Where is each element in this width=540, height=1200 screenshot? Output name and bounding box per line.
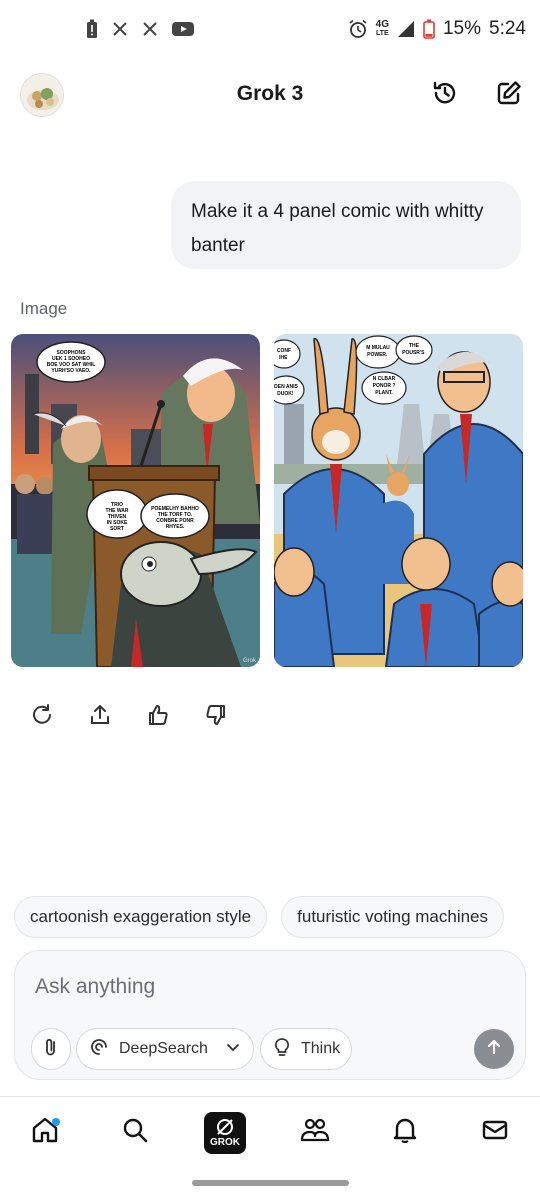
dislike-button[interactable] [202,703,230,731]
status-left-icons [86,19,194,39]
history-icon [431,79,459,112]
attach-button[interactable] [31,1028,71,1070]
paperclip-icon [42,1037,60,1062]
nav-communities[interactable] [290,1108,340,1158]
suggestion-chips: cartoonish exaggeration style futuristic… [14,896,505,938]
suggestion-chip[interactable]: cartoonish exaggeration style [14,896,268,938]
think-label: Think [301,1040,341,1057]
thumbs-up-icon [146,703,170,732]
ask-input[interactable] [35,975,435,999]
signal-icon [397,20,415,38]
status-right-icons: 4G LTE 15% 5:24 [348,18,526,40]
clock: 5:24 [489,18,526,39]
chevron-down-icon [225,1039,241,1060]
nav-messages[interactable] [470,1108,520,1158]
x-app-icon [142,21,158,37]
think-button[interactable]: Think [260,1028,352,1070]
arrow-up-icon [484,1037,504,1062]
battery-alert-icon [86,19,98,39]
status-bar: 4G LTE 15% 5:24 [0,0,540,58]
response-actions [28,703,230,731]
regenerate-icon [30,703,54,732]
comic-panel-rabbit-power-plant[interactable]: CONF IHE M MULAU POWER. THE POUSR'S DEN ANI… [274,334,523,667]
user-message-bubble: Make it a 4 panel comic with whitty bant… [171,181,521,269]
notification-dot [52,1117,60,1126]
share-icon [88,703,112,732]
deepsearch-label: DeepSearch [119,1040,208,1057]
nav-notifications[interactable] [380,1108,430,1158]
deepsearch-button[interactable]: DeepSearch [76,1028,254,1070]
x-app-icon [112,21,128,37]
home-indicator[interactable] [192,1180,349,1186]
composer: DeepSearch Think [14,950,526,1080]
alarm-icon [348,19,368,39]
grok-icon: GROK [204,1111,246,1154]
battery-percent: 15% [442,18,482,39]
thumbs-down-icon [204,703,228,732]
bell-icon [390,1115,420,1150]
search-icon [120,1115,150,1150]
new-chat-button[interactable] [492,78,526,112]
grok-label: GROK [210,1137,240,1148]
lightbulb-icon [273,1037,291,1062]
history-button[interactable] [428,78,462,112]
like-button[interactable] [144,703,172,731]
mail-icon [480,1115,510,1150]
nav-grok[interactable]: GROK [200,1108,250,1158]
header: Grok 3 [0,66,540,126]
battery-icon [423,19,435,39]
regenerate-button[interactable] [28,703,56,731]
nav-home[interactable] [20,1108,70,1158]
comic-panel-politicians-rabbit[interactable]: SOOPHONS UEK 1 SOOHEO BOE VOO SAT WHIL YURH… [11,334,260,667]
nav-search[interactable] [110,1108,160,1158]
edit-icon [495,79,523,112]
suggestion-chip[interactable]: futuristic voting machines [281,896,505,938]
response-label: Image [20,299,68,318]
network-type: 4G LTE [375,19,389,38]
youtube-icon [172,21,194,37]
deepsearch-icon [89,1037,109,1062]
send-button[interactable] [474,1029,514,1069]
share-button[interactable] [86,703,114,731]
people-icon [299,1115,331,1150]
watermark: Grok [243,658,257,664]
bottom-nav: GROK [0,1096,540,1168]
